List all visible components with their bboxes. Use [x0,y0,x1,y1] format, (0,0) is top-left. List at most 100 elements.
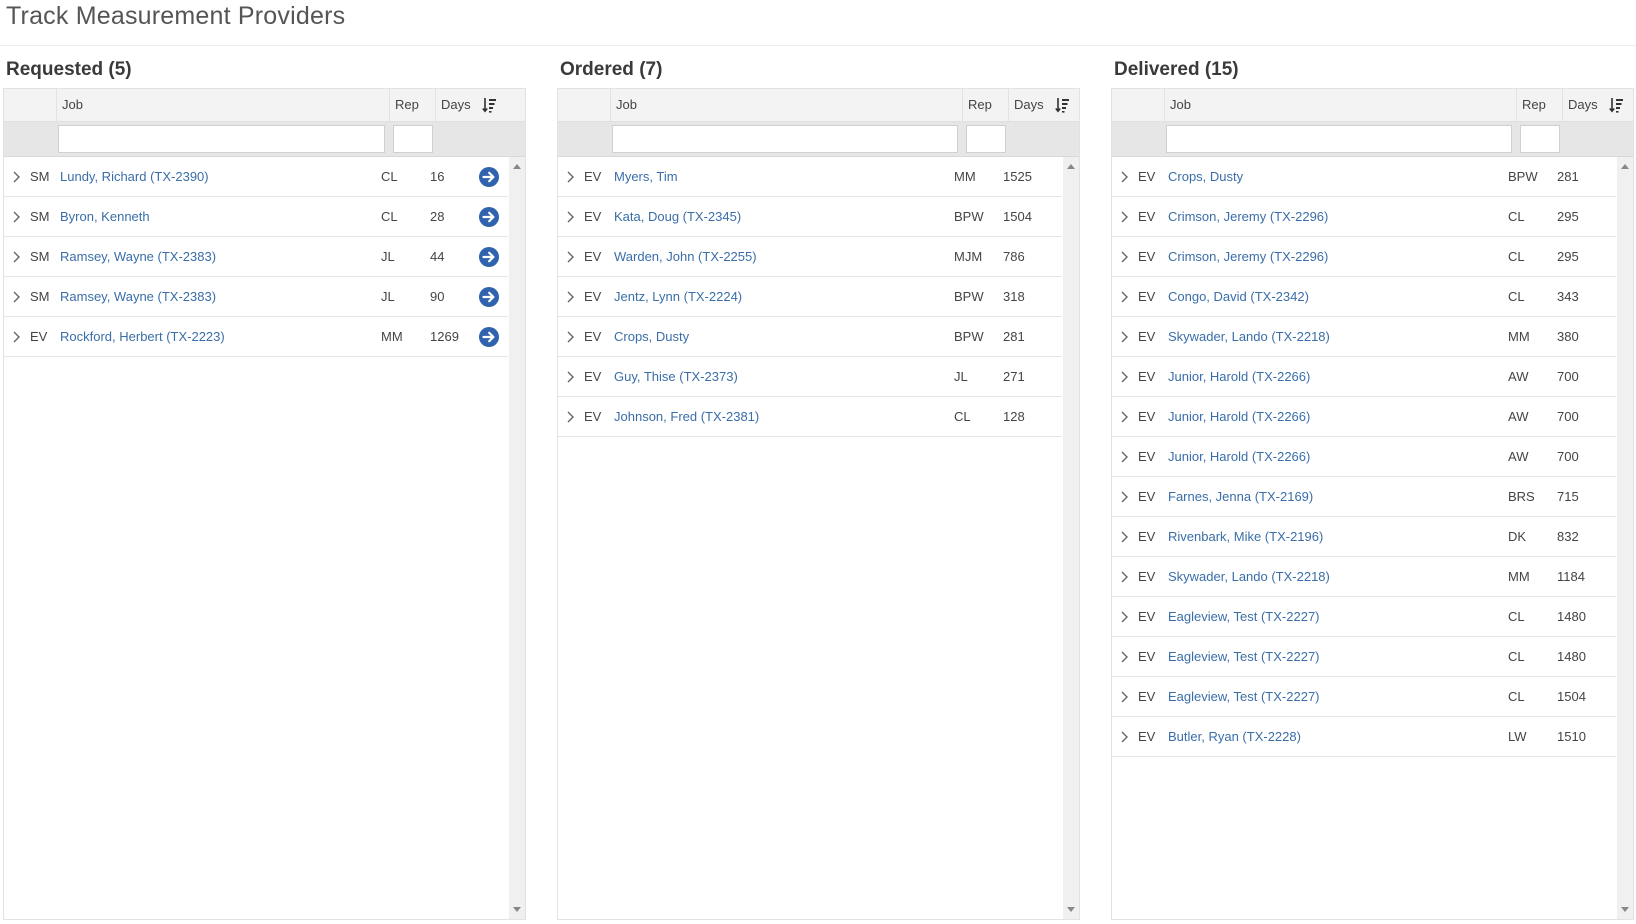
column-header-rep[interactable]: Rep [962,89,1008,121]
arrow-circle-right-icon[interactable] [478,246,500,268]
sort-descending-icon[interactable] [482,97,496,113]
sort-descending-icon[interactable] [1055,97,1069,113]
table-row[interactable]: EV Farnes, Jenna (TX-2169) BRS 715 [1112,477,1616,517]
chevron-right-icon[interactable] [11,210,21,224]
table-row[interactable]: EV Warden, John (TX-2255) MJM 786 [558,237,1062,277]
job-filter-input[interactable] [612,125,958,153]
column-header-job[interactable]: Job [1164,89,1516,121]
job-link[interactable]: Eagleview, Test (TX-2227) [1168,677,1320,716]
vertical-scrollbar[interactable] [509,157,525,919]
table-row[interactable]: EV Crimson, Jeremy (TX-2296) CL 295 [1112,197,1616,237]
rep-filter-input[interactable] [966,125,1006,153]
job-link[interactable]: Byron, Kenneth [60,197,150,236]
rep-filter-input[interactable] [393,125,433,153]
job-link[interactable]: Johnson, Fred (TX-2381) [614,397,759,436]
job-filter-input[interactable] [1166,125,1512,153]
scroll-up-arrow-icon[interactable] [1067,163,1075,169]
job-filter-input[interactable] [58,125,385,153]
job-link[interactable]: Rockford, Herbert (TX-2223) [60,317,225,356]
table-row[interactable]: EV Rivenbark, Mike (TX-2196) DK 832 [1112,517,1616,557]
table-row[interactable]: EV Johnson, Fred (TX-2381) CL 128 [558,397,1062,437]
job-link[interactable]: Warden, John (TX-2255) [614,237,757,276]
job-link[interactable]: Crimson, Jeremy (TX-2296) [1168,237,1328,276]
chevron-right-icon[interactable] [1119,570,1129,584]
job-link[interactable]: Crops, Dusty [1168,157,1243,196]
chevron-right-icon[interactable] [565,250,575,264]
table-row[interactable]: EV Eagleview, Test (TX-2227) CL 1480 [1112,637,1616,677]
chevron-right-icon[interactable] [11,250,21,264]
table-row[interactable]: EV Eagleview, Test (TX-2227) CL 1480 [1112,597,1616,637]
chevron-right-icon[interactable] [1119,690,1129,704]
table-row[interactable]: EV Crimson, Jeremy (TX-2296) CL 295 [1112,237,1616,277]
job-link[interactable]: Skywader, Lando (TX-2218) [1168,557,1330,596]
table-row[interactable]: EV Junior, Harold (TX-2266) AW 700 [1112,357,1616,397]
job-link[interactable]: Guy, Thise (TX-2373) [614,357,738,396]
scroll-down-arrow-icon[interactable] [513,907,521,913]
table-row[interactable]: EV Skywader, Lando (TX-2218) MM 1184 [1112,557,1616,597]
chevron-right-icon[interactable] [1119,170,1129,184]
column-header-job[interactable]: Job [610,89,962,121]
chevron-right-icon[interactable] [11,170,21,184]
table-row[interactable]: SM Ramsey, Wayne (TX-2383) JL 90 [4,277,508,317]
vertical-scrollbar[interactable] [1617,157,1633,919]
table-row[interactable]: EV Eagleview, Test (TX-2227) CL 1504 [1112,677,1616,717]
chevron-right-icon[interactable] [1119,290,1129,304]
vertical-scrollbar[interactable] [1063,157,1079,919]
scroll-up-arrow-icon[interactable] [1621,163,1629,169]
chevron-right-icon[interactable] [1119,450,1129,464]
arrow-circle-right-icon[interactable] [478,326,500,348]
arrow-circle-right-icon[interactable] [478,166,500,188]
job-link[interactable]: Rivenbark, Mike (TX-2196) [1168,517,1323,556]
table-row[interactable]: EV Congo, David (TX-2342) CL 343 [1112,277,1616,317]
job-link[interactable]: Crops, Dusty [614,317,689,356]
column-header-job[interactable]: Job [56,89,389,121]
job-link[interactable]: Junior, Harold (TX-2266) [1168,437,1310,476]
table-row[interactable]: SM Byron, Kenneth CL 28 [4,197,508,237]
column-header-rep[interactable]: Rep [1516,89,1562,121]
chevron-right-icon[interactable] [1119,530,1129,544]
table-row[interactable]: EV Myers, Tim MM 1525 [558,157,1062,197]
job-link[interactable]: Eagleview, Test (TX-2227) [1168,597,1320,636]
table-row[interactable]: EV Jentz, Lynn (TX-2224) BPW 318 [558,277,1062,317]
job-link[interactable]: Eagleview, Test (TX-2227) [1168,637,1320,676]
job-link[interactable]: Jentz, Lynn (TX-2224) [614,277,742,316]
job-link[interactable]: Myers, Tim [614,157,678,196]
job-link[interactable]: Butler, Ryan (TX-2228) [1168,717,1301,756]
chevron-right-icon[interactable] [565,210,575,224]
chevron-right-icon[interactable] [1119,250,1129,264]
job-link[interactable]: Skywader, Lando (TX-2218) [1168,317,1330,356]
table-row[interactable]: EV Skywader, Lando (TX-2218) MM 380 [1112,317,1616,357]
job-link[interactable]: Ramsey, Wayne (TX-2383) [60,237,216,276]
job-link[interactable]: Lundy, Richard (TX-2390) [60,157,209,196]
chevron-right-icon[interactable] [11,290,21,304]
scroll-down-arrow-icon[interactable] [1621,907,1629,913]
chevron-right-icon[interactable] [565,330,575,344]
job-link[interactable]: Farnes, Jenna (TX-2169) [1168,477,1313,516]
chevron-right-icon[interactable] [1119,490,1129,504]
chevron-right-icon[interactable] [565,370,575,384]
chevron-right-icon[interactable] [11,330,21,344]
job-link[interactable]: Crimson, Jeremy (TX-2296) [1168,197,1328,236]
scroll-up-arrow-icon[interactable] [513,163,521,169]
table-row[interactable]: SM Ramsey, Wayne (TX-2383) JL 44 [4,237,508,277]
chevron-right-icon[interactable] [1119,730,1129,744]
table-row[interactable]: EV Crops, Dusty BPW 281 [1112,157,1616,197]
arrow-circle-right-icon[interactable] [478,206,500,228]
table-row[interactable]: SM Lundy, Richard (TX-2390) CL 16 [4,157,508,197]
job-link[interactable]: Junior, Harold (TX-2266) [1168,357,1310,396]
table-row[interactable]: EV Junior, Harold (TX-2266) AW 700 [1112,397,1616,437]
job-link[interactable]: Kata, Doug (TX-2345) [614,197,741,236]
arrow-circle-right-icon[interactable] [478,286,500,308]
chevron-right-icon[interactable] [565,290,575,304]
rep-filter-input[interactable] [1520,125,1560,153]
chevron-right-icon[interactable] [1119,610,1129,624]
table-row[interactable]: EV Guy, Thise (TX-2373) JL 271 [558,357,1062,397]
chevron-right-icon[interactable] [565,410,575,424]
column-header-rep[interactable]: Rep [389,89,435,121]
table-row[interactable]: EV Crops, Dusty BPW 281 [558,317,1062,357]
job-link[interactable]: Ramsey, Wayne (TX-2383) [60,277,216,316]
chevron-right-icon[interactable] [1119,370,1129,384]
chevron-right-icon[interactable] [1119,650,1129,664]
scroll-down-arrow-icon[interactable] [1067,907,1075,913]
chevron-right-icon[interactable] [1119,410,1129,424]
